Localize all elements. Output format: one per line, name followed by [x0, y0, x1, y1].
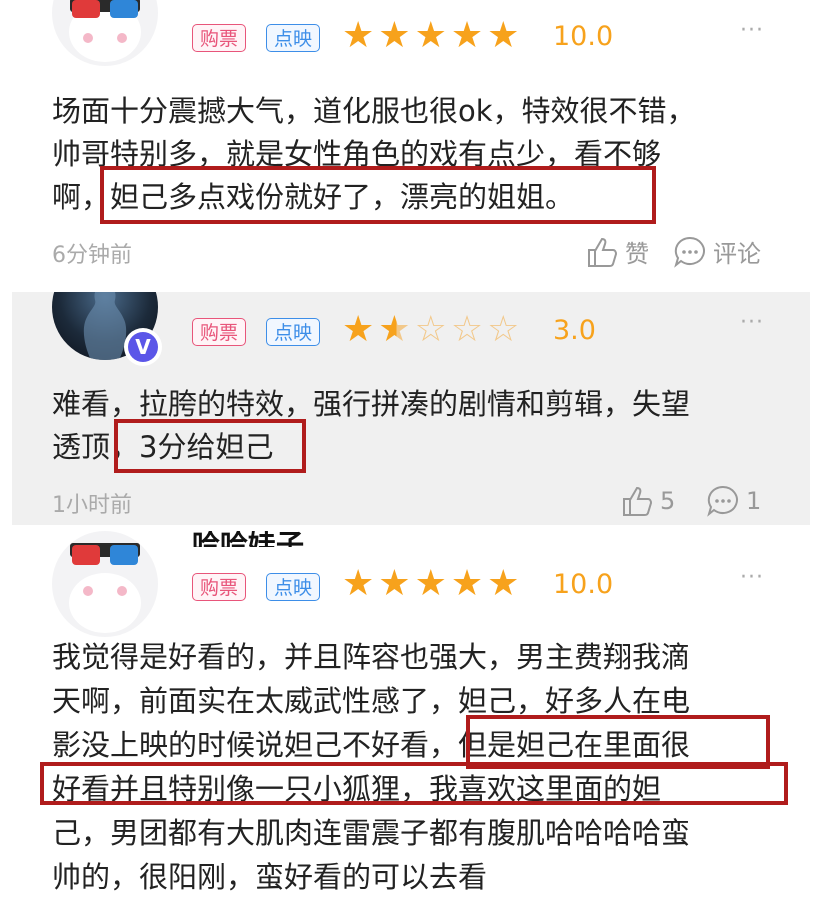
star-icon: ★: [378, 563, 415, 604]
star-empty-icon: ☆: [450, 309, 488, 350]
purchase-tag: 购票: [192, 318, 247, 346]
star-icon: ★: [450, 563, 488, 604]
verified-icon: V: [128, 332, 158, 362]
star-icon: ★: [414, 563, 451, 604]
star-icon: ★: [450, 15, 488, 56]
screening-tag: 点映: [266, 318, 321, 346]
star-icon: ★: [487, 563, 524, 604]
star-icon: ★: [342, 309, 379, 350]
highlight-box: [466, 715, 770, 769]
screening-tag: 点映: [266, 573, 321, 601]
like-count: 5: [660, 487, 676, 515]
timestamp: 1小时前: [52, 493, 132, 518]
rating-score: 10.0: [553, 21, 614, 52]
star-icon: ★: [414, 15, 451, 56]
review-card: V 购票 点映 ★★☆☆☆ 3.0 ··· 难看，拉胯的特效，强行拼凑的剧情和剪…: [12, 292, 810, 525]
rating-score: 10.0: [553, 569, 614, 600]
star-rating: ★★☆☆☆: [342, 310, 523, 350]
highlight-box: [100, 166, 656, 224]
comment-button[interactable]: 1: [706, 484, 761, 518]
highlight-box: [114, 419, 306, 473]
username[interactable]: 哈哈娃子: [192, 531, 304, 547]
review-line: 帅的，很阳刚，蛮好看的可以去看: [52, 860, 488, 894]
comment-icon: [674, 236, 705, 268]
star-rating: ★★★★★: [342, 564, 523, 604]
rating-score: 3.0: [553, 315, 596, 346]
review-line: 己，男团都有大肌肉连雷震子都有腹肌哈哈哈哈蛮: [52, 816, 691, 850]
comment-icon: [707, 485, 738, 517]
review-line: 场面十分震撼大气，道化服也很ok，特效很不错，: [52, 94, 696, 128]
like-button[interactable]: 赞: [585, 234, 649, 269]
screening-tag: 点映: [266, 24, 321, 52]
thumbs-up-icon: [588, 237, 618, 267]
robot-avatar-icon: [69, 543, 141, 633]
highlight-box: [40, 762, 788, 805]
purchase-tag: 购票: [192, 573, 247, 601]
review-line: 我觉得是好看的，并且阵容也强大，男主费翔我滴: [52, 640, 691, 674]
comment-button[interactable]: 评论: [673, 234, 761, 269]
more-options-icon[interactable]: ···: [740, 18, 764, 43]
more-options-icon[interactable]: ···: [740, 310, 764, 335]
star-half-icon: ★: [378, 309, 415, 350]
robot-avatar-icon: [69, 0, 141, 62]
verified-badge: V: [124, 328, 162, 366]
star-empty-icon: ☆: [487, 309, 524, 350]
like-button[interactable]: 5: [620, 484, 675, 518]
star-icon: ★: [342, 563, 379, 604]
purchase-tag: 购票: [192, 24, 247, 52]
comment-label: 评论: [713, 240, 761, 268]
star-icon: ★: [378, 15, 415, 56]
more-options-icon[interactable]: ···: [740, 565, 764, 590]
review-card: 购票 点映 ★★★★★ 10.0 ··· 场面十分震撼大气，道化服也很ok，特效…: [12, 0, 810, 280]
comment-count: 1: [746, 487, 762, 515]
avatar[interactable]: [52, 0, 158, 66]
review-card: 哈哈娃子 购票 点映 ★★★★★ 10.0 ··· 我觉得是好看的，并且阵容也强…: [12, 531, 810, 899]
thumbs-up-icon: [623, 486, 653, 516]
like-label: 赞: [625, 240, 649, 268]
star-rating: ★★★★★: [342, 16, 523, 56]
star-empty-icon: ☆: [414, 309, 451, 350]
timestamp: 6分钟前: [52, 243, 132, 268]
star-icon: ★: [487, 15, 524, 56]
star-icon: ★: [342, 15, 379, 56]
avatar[interactable]: [52, 531, 158, 637]
